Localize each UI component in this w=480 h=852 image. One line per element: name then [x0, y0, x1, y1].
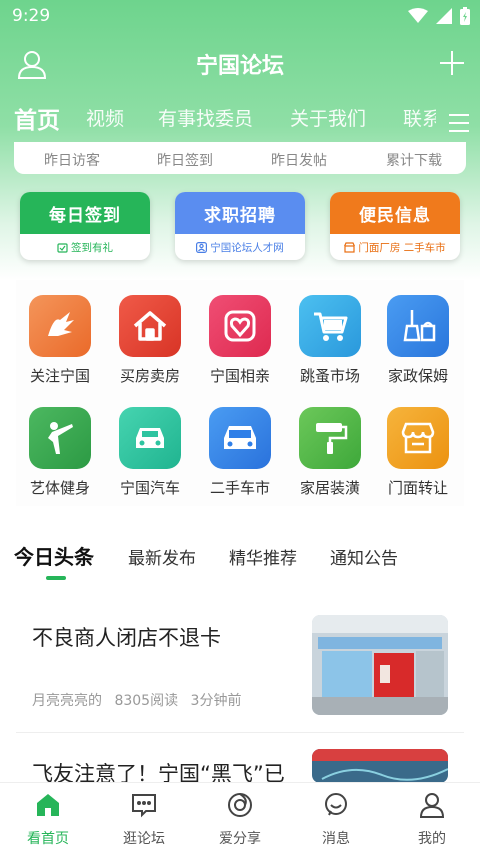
channel-tabs: 首页 视频 有事找委员 关于我们 联系: [0, 104, 436, 144]
grid-item-storefront-transfer[interactable]: 门面转让: [378, 407, 458, 498]
job-recruitment-subtitle: 宁国论坛人才网: [175, 234, 305, 260]
person-icon: [196, 241, 208, 253]
nav-profile[interactable]: 我的: [384, 791, 480, 848]
bottom-navigation: 看首页 逛论坛 爱分享 消息 我的: [0, 782, 480, 852]
job-recruitment-title: 求职招聘: [175, 192, 305, 234]
stat-total-downloads: 累计下载: [386, 153, 442, 169]
news-meta: 月亮亮亮的 8305阅读 3分钟前: [32, 690, 241, 710]
paint-roller-icon: [299, 407, 361, 469]
news-author: 月亮亮亮的: [32, 693, 102, 709]
tab-committee[interactable]: 有事找委员: [158, 104, 253, 131]
tab-home[interactable]: 首页: [14, 104, 60, 135]
news-tabs: 今日头条 最新发布 精华推荐 通知公告: [0, 540, 480, 590]
battery-icon: [460, 7, 470, 25]
grid-label: 关注宁国: [29, 367, 90, 385]
tab-contact[interactable]: 联系: [403, 104, 436, 131]
nav-label: 看首页: [27, 831, 69, 847]
nav-forum[interactable]: 逛论坛: [96, 791, 192, 848]
grid-label: 艺体健身: [29, 479, 90, 497]
convenience-info-card[interactable]: 便民信息 门面厂房 二手车市: [330, 192, 460, 260]
hand-icon: [29, 295, 91, 357]
nav-label: 逛论坛: [123, 831, 165, 847]
daily-signin-subtitle-text: 签到有礼: [71, 241, 113, 254]
tab-video[interactable]: 视频: [86, 104, 124, 131]
convenience-info-subtitle: 门面厂房 二手车市: [330, 234, 460, 260]
daily-signin-subtitle: 签到有礼: [20, 234, 150, 260]
heart-icon: [209, 295, 271, 357]
active-tab-indicator: [46, 576, 66, 580]
car-icon: [119, 407, 181, 469]
tabs-menu-button[interactable]: [446, 110, 472, 136]
grid-item-real-estate[interactable]: 买房卖房: [110, 295, 190, 386]
forum-icon: [132, 794, 156, 818]
grid-label: 家居装潢: [299, 479, 360, 497]
grid-label: 买房卖房: [119, 367, 180, 385]
stats-card: 昨日访客 昨日签到 昨日发帖 累计下载: [14, 142, 466, 174]
news-title: 不良商人闭店不退卡: [32, 626, 221, 650]
daily-signin-title: 每日签到: [20, 192, 150, 234]
calendar-check-icon: [57, 242, 68, 253]
nav-messages[interactable]: 消息: [288, 791, 384, 848]
grid-item-fitness[interactable]: 艺体健身: [20, 407, 100, 498]
grid-item-flea-market[interactable]: 跳蚤市场: [290, 295, 370, 386]
grid-item-ningguo-cars[interactable]: 宁国汽车: [110, 407, 190, 498]
nav-share[interactable]: 爱分享: [192, 791, 288, 848]
news-tab-announcements[interactable]: 通知公告: [330, 544, 398, 569]
nav-label: 爱分享: [219, 831, 261, 847]
grid-label: 宁国相亲: [209, 367, 270, 385]
broom-icon: [387, 295, 449, 357]
share-circle-icon: [228, 793, 252, 817]
hamburger-menu-icon: [449, 114, 469, 132]
wifi-icon: [408, 8, 428, 23]
daily-signin-card[interactable]: 每日签到 签到有礼: [20, 192, 150, 260]
convenience-info-title: 便民信息: [330, 192, 460, 234]
stat-yesterday-signins: 昨日签到: [157, 153, 213, 169]
signal-icon: [436, 8, 452, 24]
convenience-info-subtitle-text: 门面厂房 二手车市: [358, 241, 446, 254]
add-button[interactable]: [438, 49, 466, 77]
job-recruitment-card[interactable]: 求职招聘 宁国论坛人才网: [175, 192, 305, 260]
home-icon: [37, 794, 59, 816]
status-time: 9:29: [12, 6, 51, 26]
stat-yesterday-posts: 昨日发帖: [271, 153, 327, 169]
stat-yesterday-visitors: 昨日访客: [44, 153, 100, 169]
shop-icon: [344, 241, 356, 253]
plus-icon: [440, 51, 464, 75]
grid-label: 宁国汽车: [119, 479, 180, 497]
news-tab-headlines[interactable]: 今日头条: [14, 541, 94, 570]
news-time: 3分钟前: [190, 693, 242, 709]
storefront-icon: [387, 407, 449, 469]
grid-item-used-cars[interactable]: 二手车市: [200, 407, 280, 498]
grid-label: 门面转让: [387, 479, 448, 497]
nav-label: 消息: [322, 831, 350, 847]
status-icons: [408, 7, 470, 25]
grid-label: 家政保姆: [387, 367, 448, 385]
app-bar: 宁国论坛: [0, 40, 480, 88]
grid-item-follow-ningguo[interactable]: 关注宁国: [20, 295, 100, 386]
job-recruitment-subtitle-text: 宁国论坛人才网: [210, 241, 284, 254]
nav-label: 我的: [418, 831, 446, 847]
used-car-icon: [209, 407, 271, 469]
news-divider: [16, 732, 464, 733]
news-reads: 8305阅读: [114, 693, 179, 709]
grid-label: 二手车市: [209, 479, 270, 497]
grid-item-housekeeping[interactable]: 家政保姆: [378, 295, 458, 386]
house-icon: [119, 295, 181, 357]
app-title: 宁国论坛: [195, 54, 284, 79]
grid-item-home-decoration[interactable]: 家居装潢: [290, 407, 370, 498]
news-thumbnail: [312, 615, 448, 715]
grid-label: 跳蚤市场: [299, 367, 360, 385]
grid-item-dating[interactable]: 宁国相亲: [200, 295, 280, 386]
message-icon: [325, 793, 347, 816]
status-bar: 9:29: [0, 0, 480, 34]
fitness-icon: [29, 407, 91, 469]
nav-home[interactable]: 看首页: [0, 791, 96, 848]
cart-icon: [299, 295, 361, 357]
news-tab-latest[interactable]: 最新发布: [128, 544, 196, 569]
profile-icon: [419, 793, 445, 818]
tab-about-us[interactable]: 关于我们: [290, 104, 366, 131]
news-tab-featured[interactable]: 精华推荐: [229, 544, 297, 569]
news-thumbnail: [312, 749, 448, 783]
